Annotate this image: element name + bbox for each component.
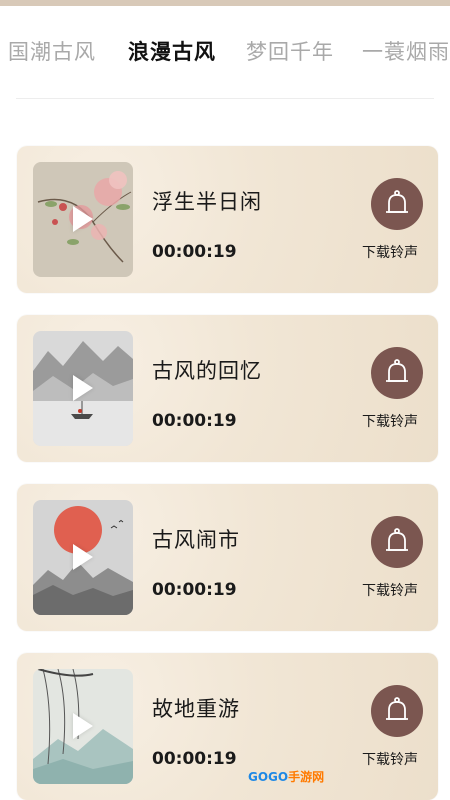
ringtone-title: 古风闹市 <box>152 528 240 552</box>
download-ringtone-button[interactable] <box>371 347 423 399</box>
play-icon[interactable] <box>73 206 93 232</box>
watermark-part2: 手游网 <box>288 770 325 784</box>
tab-langman-active[interactable]: 浪漫古风 <box>128 36 216 66</box>
thumbnail-willow[interactable] <box>33 669 133 784</box>
ringtone-card[interactable]: 古风的回忆 00:00:19 下载铃声 <box>17 315 438 462</box>
ringtone-title: 故地重游 <box>152 697 240 721</box>
top-edge-strip <box>0 0 450 6</box>
ringtone-title: 浮生半日闲 <box>152 190 262 214</box>
play-icon[interactable] <box>73 544 93 570</box>
download-label[interactable]: 下载铃声 <box>362 580 418 600</box>
play-icon[interactable] <box>73 713 93 739</box>
download-ringtone-button[interactable] <box>371 178 423 230</box>
tab-divider <box>16 98 434 99</box>
bell-icon <box>386 190 408 213</box>
ringtone-duration: 00:00:19 <box>152 580 237 600</box>
play-icon[interactable] <box>73 375 93 401</box>
ringtone-duration: 00:00:19 <box>152 242 237 262</box>
thumbnail-landscape[interactable] <box>33 331 133 446</box>
download-ringtone-button[interactable] <box>371 685 423 737</box>
download-label[interactable]: 下载铃声 <box>362 242 418 262</box>
tab-guochao[interactable]: 国潮古风 <box>8 36 96 66</box>
download-label[interactable]: 下载铃声 <box>362 411 418 431</box>
ringtone-card[interactable]: 浮生半日闲 00:00:19 下载铃声 <box>17 146 438 293</box>
ringtone-title: 古风的回忆 <box>152 359 262 383</box>
ringtone-duration: 00:00:19 <box>152 749 237 769</box>
ringtone-duration: 00:00:19 <box>152 411 237 431</box>
tab-yisuo[interactable]: 一蓑烟雨 <box>362 36 450 66</box>
bell-icon <box>386 697 408 720</box>
site-watermark: GOGO手游网 <box>248 768 324 785</box>
ringtone-card[interactable]: 故地重游 00:00:19 下载铃声 <box>17 653 438 800</box>
category-tab-bar: 国潮古风 浪漫古风 梦回千年 一蓑烟雨 <box>0 30 450 76</box>
download-label[interactable]: 下载铃声 <box>362 749 418 769</box>
thumbnail-flower[interactable] <box>33 162 133 277</box>
download-ringtone-button[interactable] <box>371 516 423 568</box>
bell-icon <box>386 528 408 551</box>
bell-icon <box>386 359 408 382</box>
watermark-part1: GOGO <box>248 770 289 784</box>
ringtone-card[interactable]: 古风闹市 00:00:19 下载铃声 <box>17 484 438 631</box>
thumbnail-red-sun[interactable] <box>33 500 133 615</box>
tab-menghui[interactable]: 梦回千年 <box>246 36 334 66</box>
